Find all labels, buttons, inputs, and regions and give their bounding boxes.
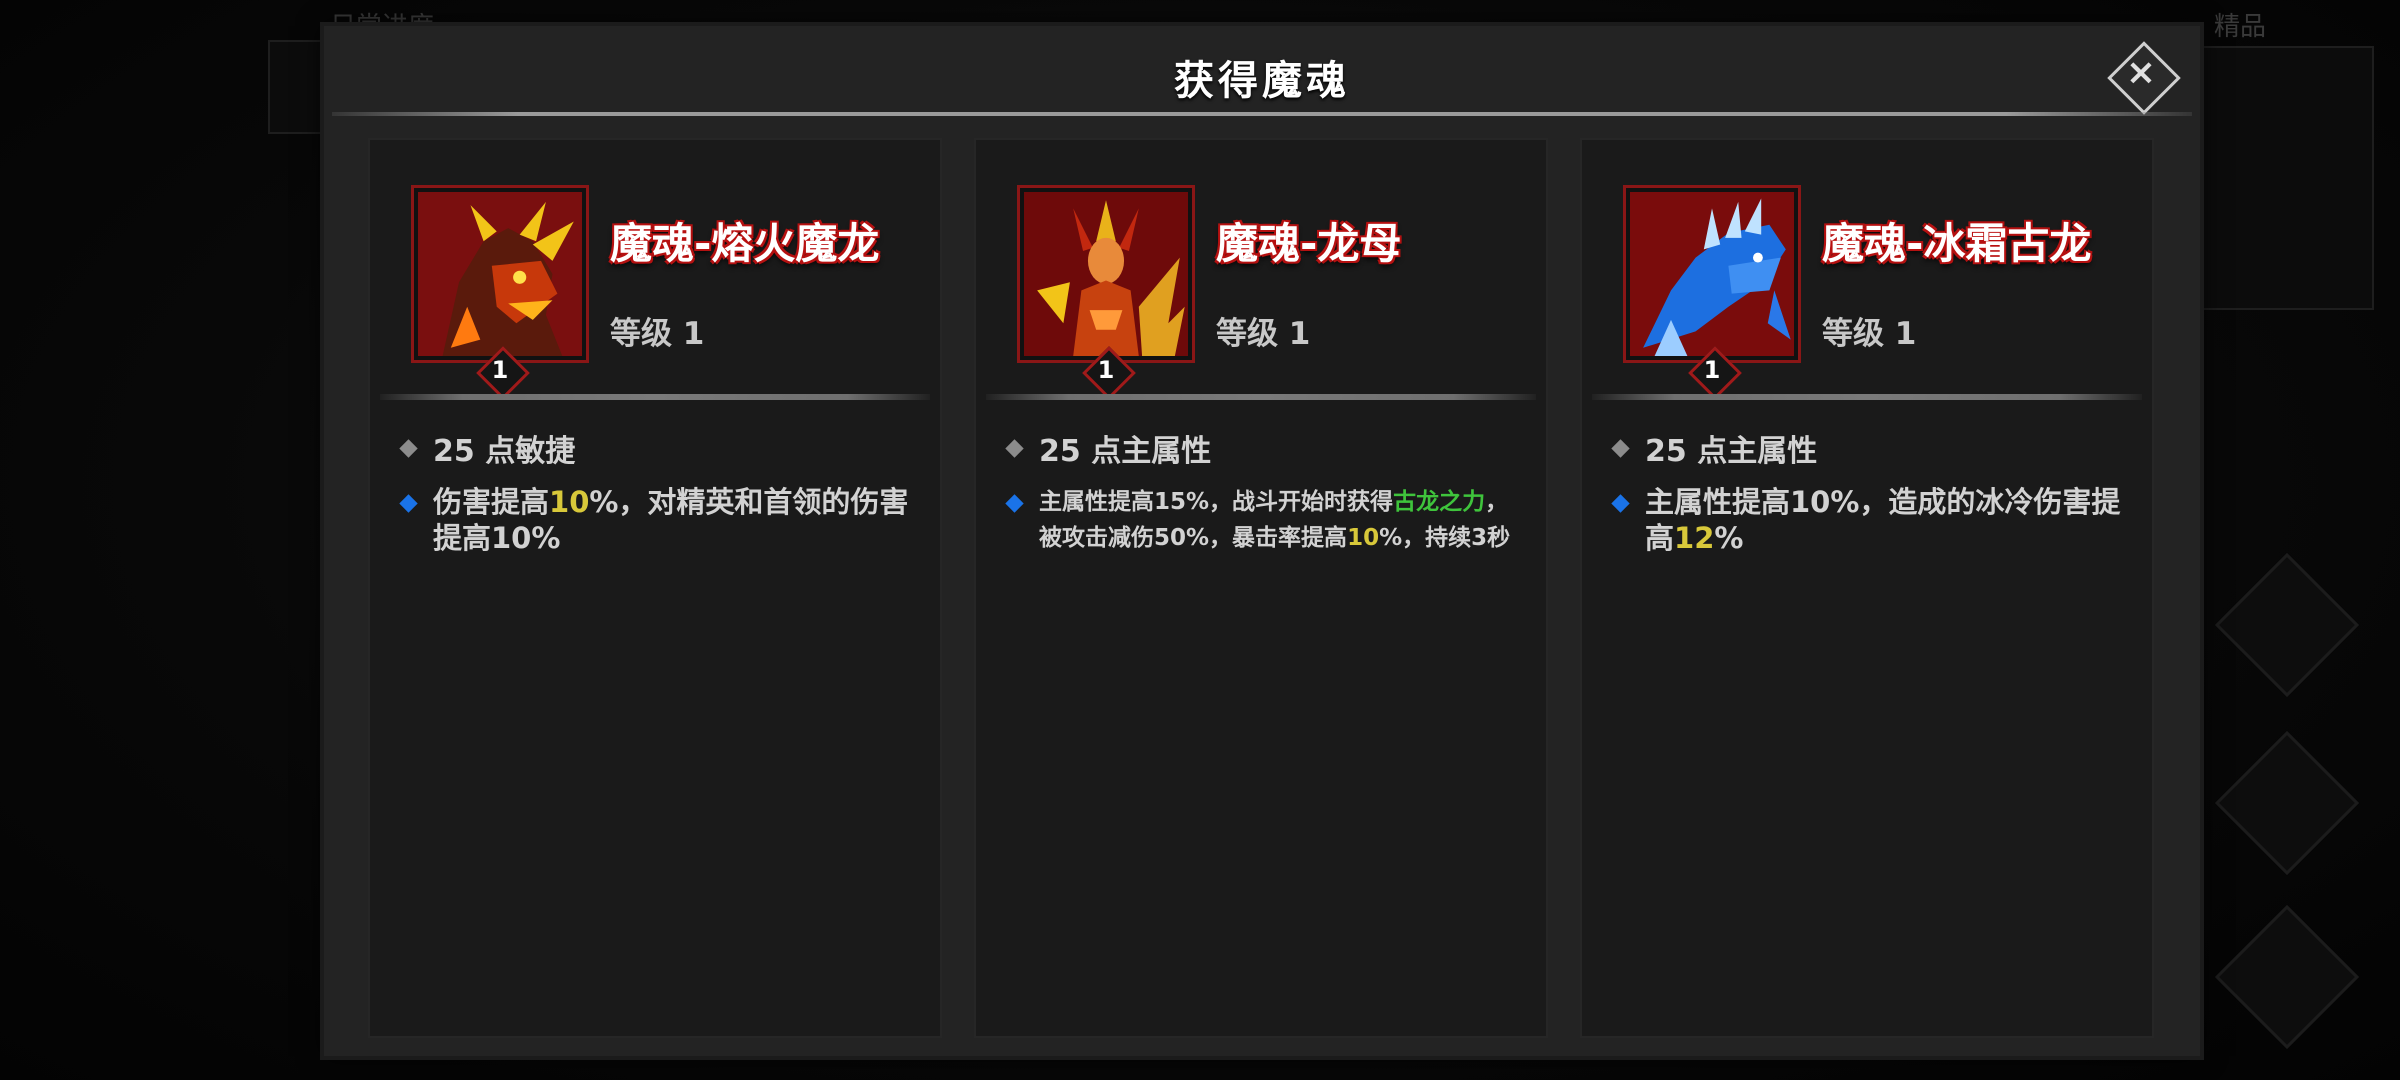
background-panel-right bbox=[2200, 46, 2374, 310]
effect-highlight: 10 bbox=[1347, 525, 1380, 551]
effect-highlight: 12 bbox=[1674, 521, 1715, 555]
card-divider bbox=[986, 394, 1536, 400]
stat-row: 25 点主属性 bbox=[1610, 426, 1817, 470]
level-badge: 1 bbox=[1082, 346, 1136, 400]
blue-diamond-bullet-icon bbox=[399, 494, 418, 513]
frost-dragon-portrait-icon bbox=[1626, 188, 1798, 360]
soul-card[interactable]: 1 魔魂-冰霜古龙 等级 1 25 点主属性 主属性提高10%，造成的冰冷伤害提… bbox=[1580, 138, 2154, 1038]
effect-row: 伤害提高10%，对精英和首领的伤害提高10% bbox=[398, 484, 918, 556]
dragon-mother-portrait-icon bbox=[1020, 188, 1192, 360]
close-button[interactable]: × bbox=[2106, 40, 2181, 115]
grey-diamond-bullet-icon bbox=[1005, 438, 1024, 458]
card-divider bbox=[380, 394, 930, 400]
soul-name: 魔魂-冰霜古龙 bbox=[1822, 219, 2092, 268]
effect-text: 伤害提高10%，对精英和首领的伤害提高10% bbox=[433, 485, 909, 555]
soul-card[interactable]: 1 魔魂-熔火魔龙 等级 1 25 点敏捷 伤害提高10%，对精英和首领的伤害提… bbox=[368, 138, 942, 1038]
soul-level: 等级 1 bbox=[610, 316, 705, 352]
effect-buff-name: 古龙之力 bbox=[1393, 489, 1486, 515]
soul-card-list: 1 魔魂-熔火魔龙 等级 1 25 点敏捷 伤害提高10%，对精英和首领的伤害提… bbox=[368, 138, 2156, 1038]
stat-row: 25 点主属性 bbox=[1004, 426, 1211, 470]
blue-diamond-bullet-icon bbox=[1005, 494, 1024, 513]
level-badge-number: 1 bbox=[1097, 356, 1115, 384]
soul-name: 魔魂-熔火魔龙 bbox=[610, 219, 880, 268]
soul-card[interactable]: 1 魔魂-龙母 等级 1 25 点主属性 主属性提高15%，战斗开始时获得古龙之… bbox=[974, 138, 1548, 1038]
stat-text: 25 点主属性 bbox=[1645, 434, 1818, 469]
soul-name: 魔魂-龙母 bbox=[1216, 219, 1402, 268]
level-badge-number: 1 bbox=[491, 356, 509, 384]
level-badge: 1 bbox=[1688, 346, 1742, 400]
soul-reward-modal: 获得魔魂 × 1 魔魂-熔火魔龙 等级 1 25 点敏捷 伤害提高10%，对精英… bbox=[324, 26, 2200, 1056]
effect-text: 主属性提高15%，战斗开始时获得古龙之力，被攻击减伤50%，暴击率提高10%，持… bbox=[1039, 489, 1511, 551]
blue-diamond-bullet-icon bbox=[1611, 494, 1630, 513]
effect-highlight: 10 bbox=[549, 485, 590, 519]
level-badge: 1 bbox=[476, 346, 530, 400]
grey-diamond-bullet-icon bbox=[399, 438, 418, 458]
effect-row: 主属性提高15%，战斗开始时获得古龙之力，被攻击减伤50%，暴击率提高10%，持… bbox=[1004, 484, 1524, 556]
close-icon: × bbox=[2125, 52, 2157, 93]
soul-level: 等级 1 bbox=[1822, 316, 1917, 352]
background-panel-left bbox=[268, 40, 332, 134]
soul-level: 等级 1 bbox=[1216, 316, 1311, 352]
molten-dragon-portrait-icon bbox=[414, 188, 586, 360]
stat-text: 25 点敏捷 bbox=[433, 434, 576, 469]
card-divider bbox=[1592, 394, 2142, 400]
title-divider bbox=[332, 112, 2192, 116]
grey-diamond-bullet-icon bbox=[1611, 438, 1630, 458]
effect-text: 主属性提高10%，造成的冰冷伤害提高12% bbox=[1645, 485, 2121, 555]
background-top-right-label: 精品 bbox=[2214, 12, 2267, 42]
stat-text: 25 点主属性 bbox=[1039, 434, 1212, 469]
effect-row: 主属性提高10%，造成的冰冷伤害提高12% bbox=[1610, 484, 2130, 556]
stat-row: 25 点敏捷 bbox=[398, 426, 575, 470]
modal-title: 获得魔魂 bbox=[1174, 58, 1350, 104]
level-badge-number: 1 bbox=[1703, 356, 1721, 384]
